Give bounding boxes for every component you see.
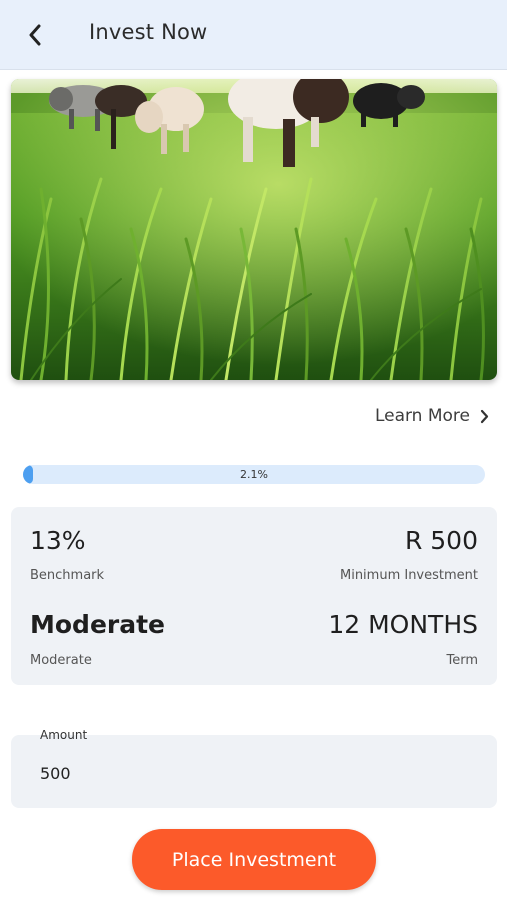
app-header: Invest Now	[0, 0, 507, 70]
amount-label: Amount	[40, 728, 88, 742]
term-label: Term	[446, 653, 478, 668]
benchmark-value: 13%	[30, 526, 86, 555]
place-investment-button[interactable]: Place Investment	[132, 829, 376, 890]
back-button[interactable]	[22, 22, 48, 48]
progress-label: 2.1%	[240, 468, 268, 481]
min-investment-value: R 500	[404, 526, 478, 555]
amount-input[interactable]	[40, 761, 470, 785]
funding-progress-bar: 2.1%	[23, 465, 485, 484]
learn-more-link[interactable]: Learn More	[375, 406, 489, 426]
page-title: Invest Now	[89, 20, 208, 44]
risk-label: Moderate	[30, 653, 92, 668]
amount-field-container: Amount	[11, 728, 497, 808]
benchmark-label: Benchmark	[30, 568, 105, 583]
min-investment-label: Minimum Investment	[339, 568, 478, 583]
term-value: 12 MONTHS	[328, 610, 478, 639]
chevron-left-icon	[29, 24, 41, 46]
risk-value: Moderate	[30, 610, 166, 639]
hero-image	[11, 79, 497, 380]
chevron-right-icon	[480, 409, 489, 423]
learn-more-label: Learn More	[374, 406, 470, 426]
investment-stats-card: 13% Benchmark R 500 Minimum Investment M…	[11, 507, 497, 685]
cattle-photo	[11, 79, 497, 380]
